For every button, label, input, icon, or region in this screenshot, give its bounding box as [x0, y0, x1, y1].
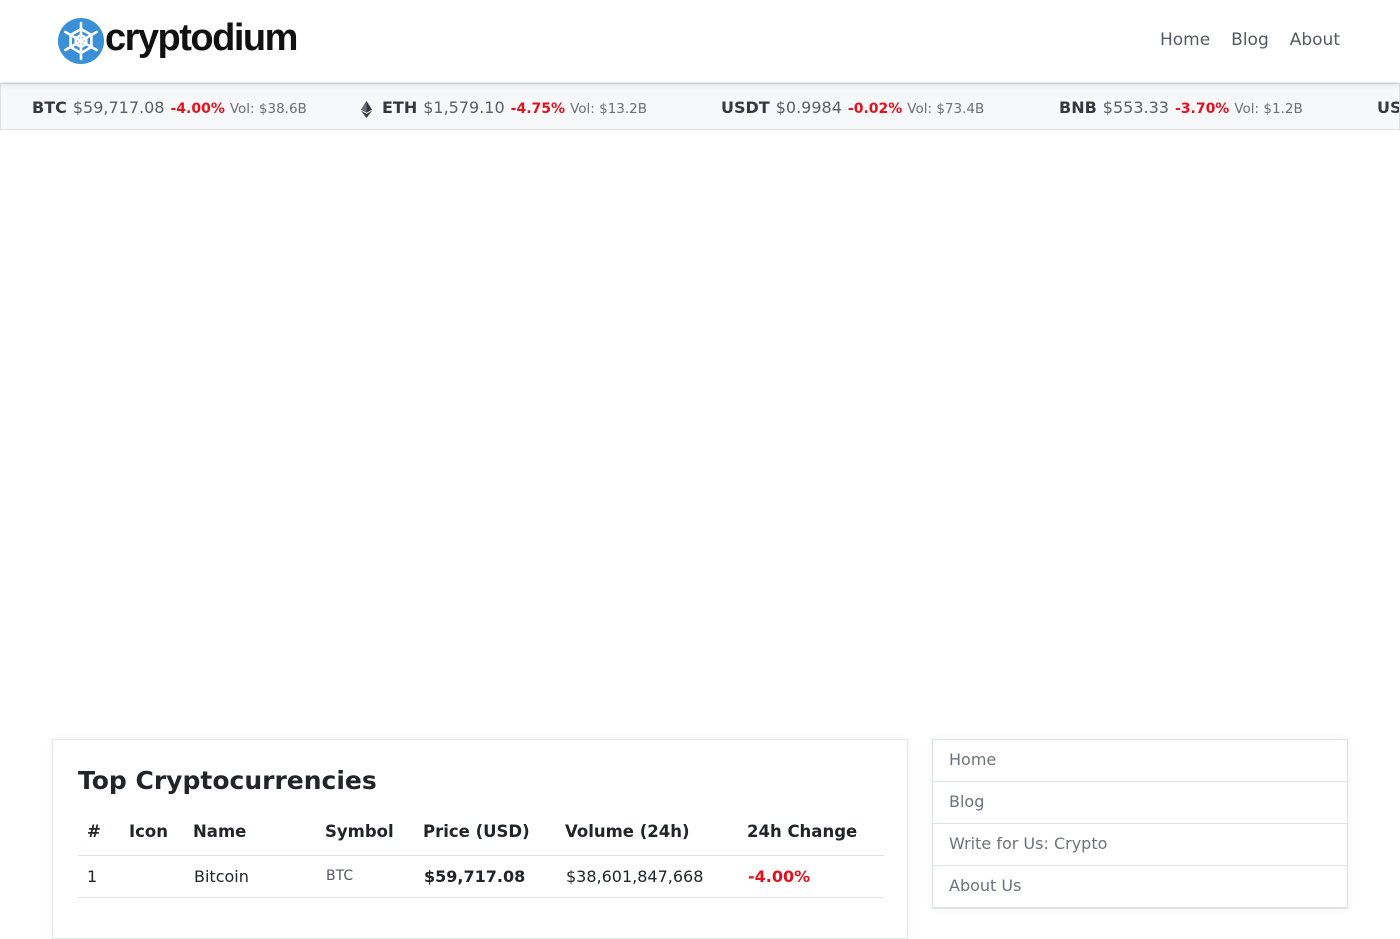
crypto-table: # Icon Name Symbol Price (USD) Volume (2…: [78, 814, 884, 898]
top-cryptocurrencies-panel: Top Cryptocurrencies # Icon Name Symbol …: [52, 739, 908, 939]
ticker-item-btc[interactable]: BTC $59,717.08 -4.00% Vol: $38.6B: [32, 98, 307, 119]
ticker-symbol: BNB: [1059, 98, 1097, 117]
price-ticker: BTC $59,717.08 -4.00% Vol: $38.6B ETH $1…: [0, 83, 1400, 130]
table-row[interactable]: 1 Bitcoin BTC $59,717.08 $38,601,847,668…: [78, 855, 884, 898]
logo-text: cryptodium: [105, 17, 298, 59]
sidebar-item-blog[interactable]: Blog: [933, 782, 1347, 824]
cell-rank: 1: [78, 855, 129, 898]
nav-blog-link[interactable]: Blog: [1231, 29, 1269, 51]
ticker-symbol: US: [1377, 98, 1400, 117]
nav-about-link[interactable]: About: [1290, 29, 1340, 51]
ticker-symbol: USDT: [721, 98, 770, 117]
cell-change: -4.00%: [747, 855, 884, 898]
cell-icon: [129, 855, 193, 898]
ticker-price: $553.33: [1102, 98, 1169, 117]
column-header-volume: Volume (24h): [565, 814, 747, 856]
ticker-change: -3.70%: [1174, 101, 1230, 117]
column-header-icon: Icon: [129, 814, 193, 856]
column-header-name: Name: [193, 814, 325, 856]
cell-price: $59,717.08: [423, 855, 565, 898]
ticker-change: -4.75%: [510, 101, 566, 117]
column-header-change: 24h Change: [747, 814, 884, 856]
ticker-volume: Vol: $13.2B: [570, 101, 648, 117]
sidebar-item-home[interactable]: Home: [933, 740, 1347, 782]
ticker-item-eth[interactable]: ETH $1,579.10 -4.75% Vol: $13.2B: [361, 98, 647, 119]
nav-home-link[interactable]: Home: [1160, 29, 1210, 51]
ticker-change: -4.00%: [170, 101, 225, 117]
cell-symbol: BTC: [325, 855, 423, 898]
ticker-volume: Vol: $73.4B: [907, 101, 985, 117]
top-nav: Home Blog About: [1160, 29, 1340, 51]
sidebar-item-about-us[interactable]: About Us: [933, 866, 1347, 908]
ticker-price: $59,717.08: [72, 98, 165, 117]
section-title: Top Cryptocurrencies: [78, 766, 377, 795]
column-header-symbol: Symbol: [325, 814, 423, 856]
ticker-volume: Vol: $1.2B: [1234, 101, 1303, 117]
ticker-symbol: ETH: [382, 98, 418, 117]
site-header: cryptodium Home Blog About: [0, 0, 1400, 82]
cell-volume: $38,601,847,668: [565, 855, 747, 898]
ticker-item-partial[interactable]: US: [1377, 98, 1400, 118]
ticker-item-usdt[interactable]: USDT $0.9984 -0.02% Vol: $73.4B: [721, 98, 984, 119]
crypto-wheel-icon: [58, 18, 104, 64]
ethereum-icon: [361, 101, 372, 118]
column-header-rank: #: [78, 814, 129, 856]
ticker-volume: Vol: $38.6B: [229, 101, 307, 117]
ticker-price: $1,579.10: [423, 98, 505, 117]
site-logo[interactable]: cryptodium: [57, 17, 298, 65]
sidebar-item-write-for-us[interactable]: Write for Us: Crypto: [933, 824, 1347, 866]
sidebar-menu: Home Blog Write for Us: Crypto About Us: [932, 739, 1348, 909]
table-header-row: # Icon Name Symbol Price (USD) Volume (2…: [78, 814, 884, 856]
ticker-symbol: BTC: [32, 98, 67, 117]
ticker-price: $0.9984: [775, 98, 842, 117]
cell-name: Bitcoin: [193, 855, 325, 898]
column-header-price: Price (USD): [423, 814, 565, 856]
ticker-item-bnb[interactable]: BNB $553.33 -3.70% Vol: $1.2B: [1059, 98, 1303, 119]
ticker-change: -0.02%: [847, 101, 903, 117]
